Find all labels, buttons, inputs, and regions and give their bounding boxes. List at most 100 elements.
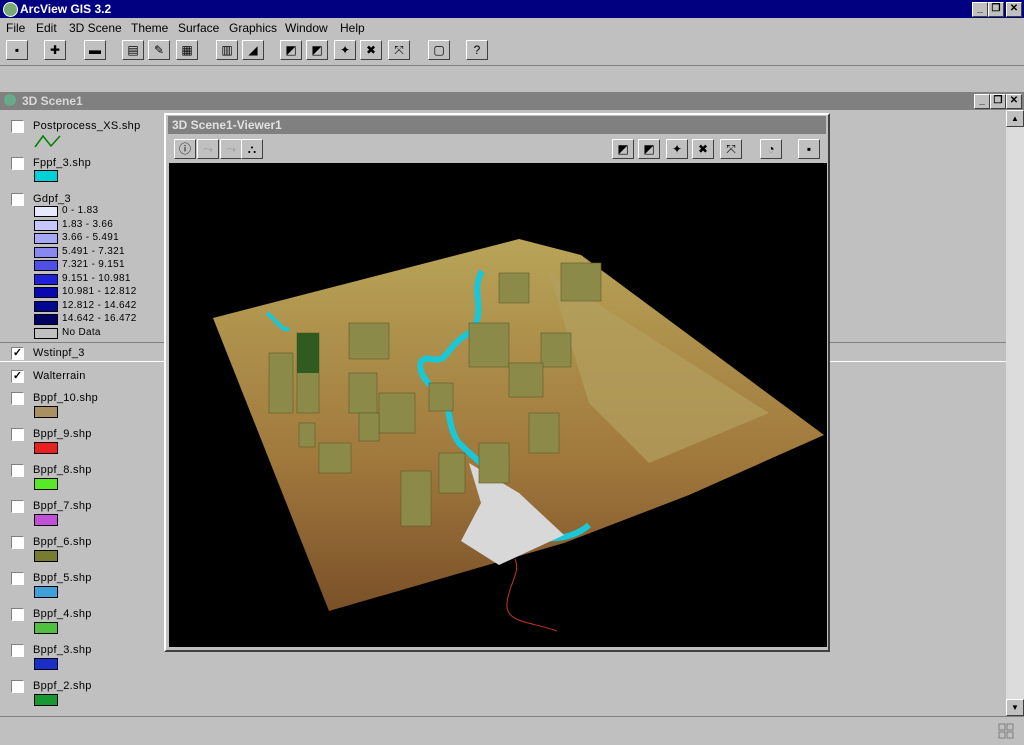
layer-swatch [34,170,58,182]
class-label: 9.151 - 10.981 [62,272,131,284]
properties-icon[interactable]: ▤ [122,40,144,60]
layer-name[interactable]: Fppf_3.shp [33,157,91,169]
layer-swatch [34,586,58,598]
menu-help[interactable]: Help [340,21,365,35]
save-icon[interactable]: ▪ [6,40,28,60]
layer-swatch [34,514,58,526]
scene-window-icon [4,94,16,106]
layer-name[interactable]: Bppf_7.shp [33,500,92,512]
class-swatch [34,206,58,217]
scene-window-title-bar: 3D Scene1 _ ❐ ✕ [0,92,1024,110]
view-add-2-icon[interactable]: ◩ [638,139,660,159]
scroll-up-icon[interactable]: ▲ [1006,110,1024,127]
layer-checkbox[interactable] [11,572,24,585]
class-label: 5.491 - 7.321 [62,245,125,257]
vertical-scrollbar[interactable]: ▲ ▼ [1006,110,1024,716]
class-swatch [34,219,58,231]
app-title-bar: ArcView GIS 3.2 _ ❐ ✕ [0,0,1024,18]
layer-name[interactable]: Walterrain [33,370,86,382]
layer-checkbox[interactable] [11,120,24,133]
add-theme-icon[interactable]: ✚ [44,40,66,60]
menu-3d-scene[interactable]: 3D Scene [69,21,122,35]
layer-checkbox[interactable] [11,157,24,170]
class-swatch [34,287,58,298]
menu-window[interactable]: Window [285,21,328,35]
edit-icon[interactable]: ◢ [242,40,264,60]
zoom-icon[interactable]: ✦ [334,40,356,60]
menu-file[interactable]: File [6,21,25,35]
class-label: 12.812 - 14.642 [62,299,137,311]
layer-name[interactable]: Gdpf_3 [33,193,71,205]
table-icon[interactable]: ▬ [84,40,106,60]
fly-icon[interactable]: ⤳ [220,139,242,159]
restore-button[interactable]: ❐ [988,2,1004,17]
zoom-out-icon[interactable]: ✖ [692,139,714,159]
layer-checkbox[interactable]: ✓ [11,347,24,360]
save-view-icon[interactable]: ▪ [798,139,820,159]
viewer-window: 3D Scene1-Viewer1 ⓘ ⤳ ⤳ ⛬ ◩ ◩ ✦ ✖ ⤧ ◔ ▪ [164,113,830,652]
class-label: 0 - 1.83 [62,205,99,216]
layer-checkbox[interactable] [11,392,24,405]
layout-icon[interactable]: ▢ [428,40,450,60]
scene-minimize-button[interactable]: _ [974,94,990,109]
menu-graphics[interactable]: Graphics [229,21,277,35]
zoom-extent-icon[interactable]: ⛬ [241,139,263,159]
layer-name[interactable]: Postprocess_XS.shp [33,120,141,132]
layer-checkbox[interactable] [11,500,24,513]
class-swatch [34,260,58,271]
arcview-app-icon [3,2,18,17]
layer-name[interactable]: Bppf_2.shp [33,680,92,692]
layer-checkbox[interactable] [11,464,24,477]
class-label: No Data [62,326,101,338]
3d-scene-canvas[interactable] [169,163,827,647]
zoom-out-icon[interactable]: ✖ [360,40,382,60]
layer-swatch [34,442,58,454]
line-symbol-icon [34,134,61,148]
scene-restore-button[interactable]: ❐ [990,94,1006,109]
layer-name[interactable]: Bppf_8.shp [33,464,92,476]
layer-checkbox[interactable] [11,193,24,206]
layer-checkbox[interactable] [11,608,24,621]
class-label: 14.642 - 16.472 [62,313,137,324]
layer-swatch [34,550,58,562]
layer-checkbox[interactable] [11,644,24,657]
full-extent-icon[interactable]: ⤧ [388,40,410,60]
layer-checkbox[interactable] [11,536,24,549]
scroll-down-icon[interactable]: ▼ [1006,699,1024,716]
layer-name[interactable]: Bppf_9.shp [33,428,92,440]
scene-icon[interactable]: ▦ [176,40,198,60]
class-label: 1.83 - 3.66 [62,218,114,230]
tile-icon[interactable]: ▥ [216,40,238,60]
pencil-icon[interactable]: ✎ [148,40,170,60]
class-swatch [34,327,58,339]
identify-icon[interactable]: ⓘ [174,139,196,159]
layer-checkbox[interactable] [11,680,24,693]
class-swatch [34,300,58,312]
navigate-icon[interactable]: ⤳ [197,139,219,159]
menu-bar: File Edit 3D Scene Theme Surface Graphic… [0,19,1024,37]
close-button[interactable]: ✕ [1006,2,1022,17]
menu-surface[interactable]: Surface [178,21,219,35]
layer-checkbox[interactable] [11,428,24,441]
menu-theme[interactable]: Theme [131,21,168,35]
layer-name[interactable]: Bppf_10.shp [33,392,98,404]
resize-grip-icon[interactable] [998,723,1014,739]
layer-swatch [34,622,58,634]
open-icon[interactable]: ◩ [280,40,302,60]
view-add-icon[interactable]: ◩ [612,139,634,159]
layer-checkbox[interactable]: ✓ [11,370,24,383]
menu-edit[interactable]: Edit [36,21,57,35]
help-icon[interactable]: ? [466,40,488,60]
viewer-title: 3D Scene1-Viewer1 [172,118,282,132]
layer-name[interactable]: Bppf_3.shp [33,644,92,656]
layer-name[interactable]: Bppf_4.shp [33,608,92,620]
full-extent-icon[interactable]: ⤧ [720,139,742,159]
layer-name[interactable]: Bppf_6.shp [33,536,92,548]
layer-name[interactable]: Wstinpf_3 [33,347,85,359]
scene-close-button[interactable]: ✕ [1006,94,1022,109]
open-2-icon[interactable]: ◩ [306,40,328,60]
minimize-button[interactable]: _ [972,2,988,17]
zoom-in-icon[interactable]: ✦ [666,139,688,159]
layer-name[interactable]: Bppf_5.shp [33,572,92,584]
rotate-icon[interactable]: ◔ [760,139,782,159]
